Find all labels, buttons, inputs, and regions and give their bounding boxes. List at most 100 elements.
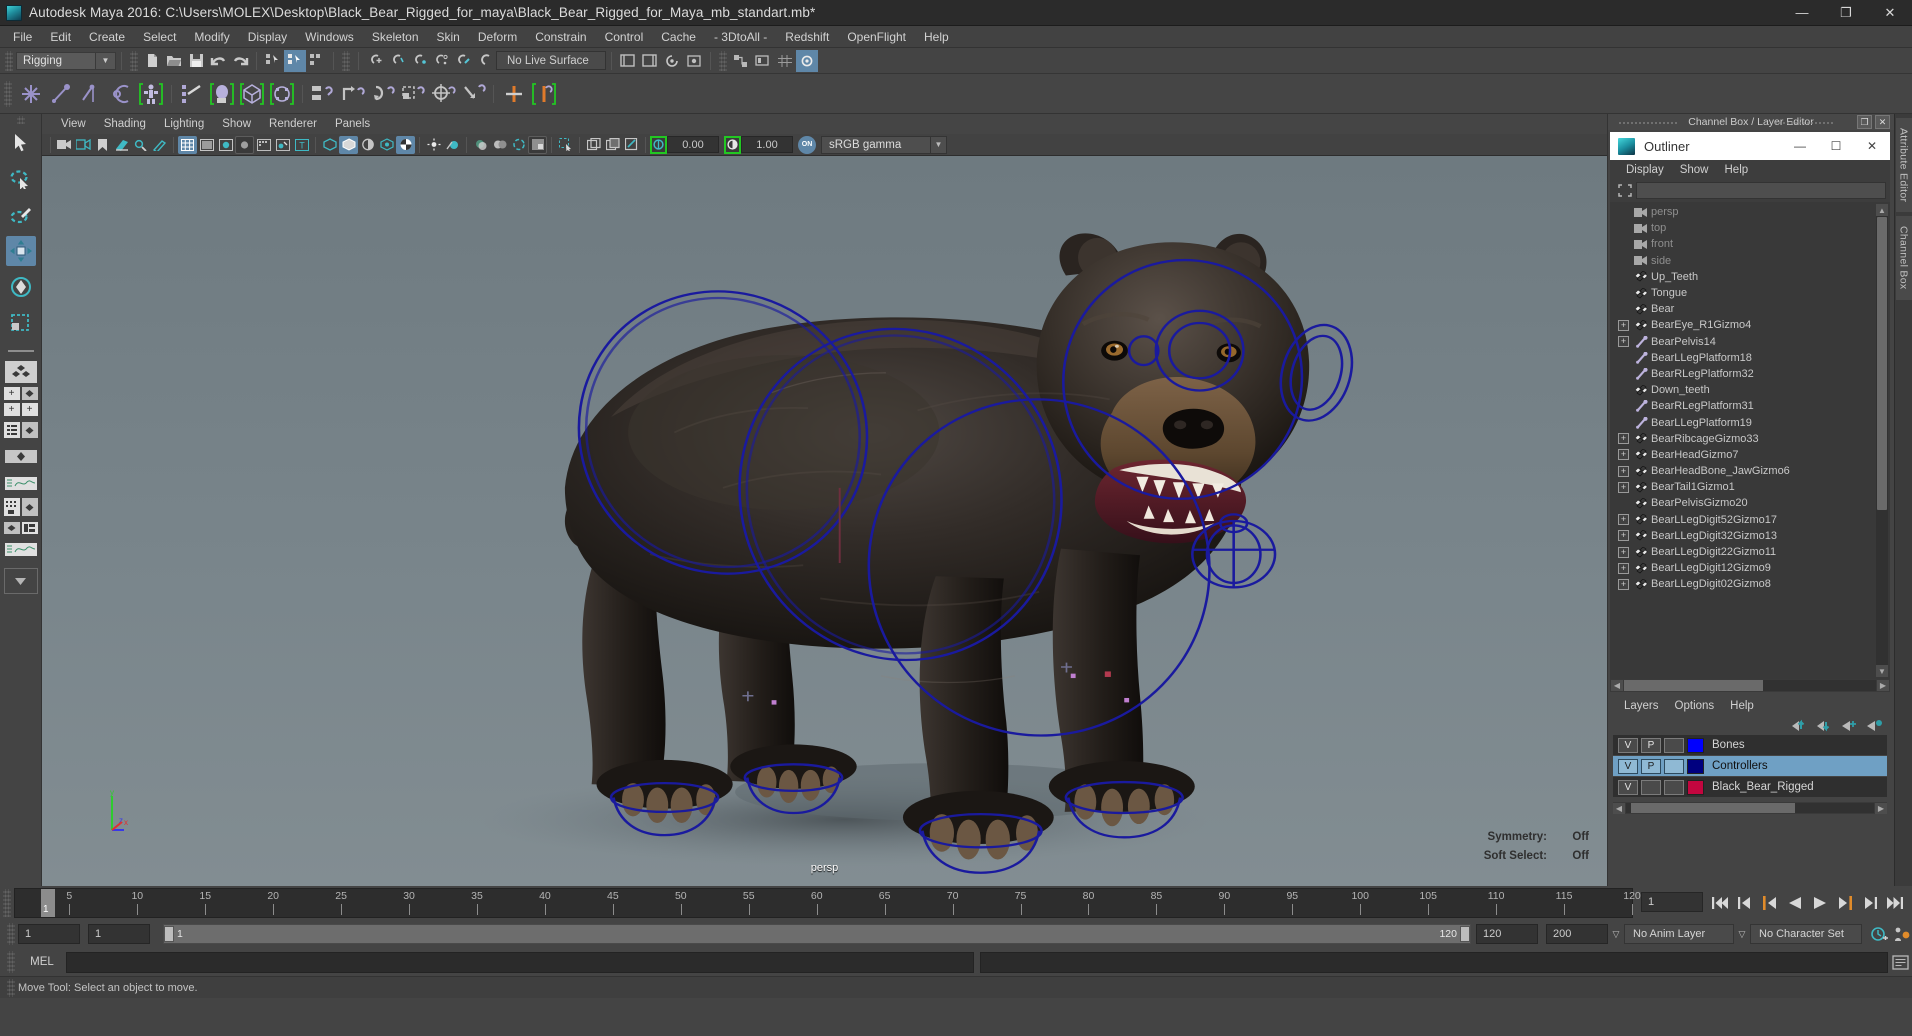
outliner-maximize-button[interactable]: ☐ — [1818, 132, 1854, 160]
outliner-expand-plus-icon[interactable]: + — [1618, 514, 1629, 526]
snap-to-point-icon[interactable] — [408, 50, 430, 72]
layout-persp-left-icon[interactable] — [3, 522, 20, 534]
bookmark-icon[interactable] — [93, 136, 112, 154]
snap-to-projected-center-icon[interactable] — [430, 50, 452, 72]
layer-reference-toggle[interactable] — [1664, 779, 1684, 795]
render-globals-icon[interactable] — [796, 49, 818, 72]
new-scene-icon[interactable] — [141, 50, 163, 72]
menu-file[interactable]: File — [4, 27, 41, 47]
parent-constraint-icon[interactable] — [308, 78, 338, 110]
layer-scroll-left-icon[interactable]: ◀ — [1613, 802, 1625, 814]
menu-skin[interactable]: Skin — [428, 27, 469, 47]
viewport-menu-panels[interactable]: Panels — [326, 116, 379, 132]
xray-joints-icon[interactable] — [339, 135, 358, 154]
layer-menu-layers[interactable]: Layers — [1616, 698, 1667, 714]
viewport-menu-view[interactable]: View — [52, 116, 95, 132]
layer-horizontal-scrollbar[interactable]: ◀ ▶ — [1613, 802, 1887, 814]
outliner-expand-plus-icon[interactable]: + — [1618, 449, 1629, 461]
go-to-end-icon[interactable] — [1884, 892, 1906, 914]
step-back-keyframe-icon[interactable] — [1734, 892, 1756, 914]
outliner-expand-plus-icon[interactable]: + — [1618, 562, 1629, 574]
command-language-label[interactable]: MEL — [18, 956, 66, 968]
outliner-scroll-up-icon[interactable]: ▲ — [1876, 204, 1888, 216]
ambient-occlusion-icon[interactable] — [490, 136, 509, 154]
snap-to-grid-icon[interactable] — [364, 50, 386, 72]
menu-cache[interactable]: Cache — [652, 27, 705, 47]
outliner-vertical-scrollbar[interactable]: ▲ ▼ — [1876, 204, 1888, 677]
layout-persp-icon[interactable] — [21, 387, 38, 400]
layer-hscroll-thumb[interactable] — [1630, 803, 1795, 813]
select-by-component-type-icon[interactable] — [306, 50, 328, 72]
two-sided-lighting-icon[interactable] — [443, 136, 462, 154]
layer-menu-options[interactable]: Options — [1667, 698, 1723, 714]
grease-pencil-icon[interactable] — [150, 136, 169, 154]
smooth-shade-all-icon[interactable] — [197, 136, 216, 154]
outliner-item[interactable]: side — [1610, 253, 1890, 269]
layout-single-perspective-icon[interactable] — [4, 360, 38, 384]
move-layer-up-icon[interactable] — [1791, 718, 1807, 733]
grid-toggle-icon[interactable] — [774, 50, 796, 72]
viewport-snapshot-icon[interactable] — [584, 136, 603, 154]
select-by-hierarchy-icon[interactable] — [262, 50, 284, 72]
time-slider-grip[interactable] — [3, 889, 11, 917]
outliner-close-button[interactable]: ✕ — [1854, 132, 1890, 160]
layout-hypershade-persp-icon[interactable] — [4, 444, 38, 468]
redo-icon[interactable] — [229, 50, 251, 72]
menu-redshift[interactable]: Redshift — [776, 27, 838, 47]
scale-constraint-icon[interactable] — [398, 78, 428, 110]
paint-select-tool-icon[interactable] — [6, 200, 36, 230]
outliner-hscroll-track[interactable] — [1624, 680, 1876, 691]
go-to-start-icon[interactable] — [1709, 892, 1731, 914]
select-by-object-type-icon[interactable] — [284, 49, 306, 72]
current-frame-field[interactable]: 1 — [1641, 892, 1703, 912]
orient-constraint-icon[interactable] — [368, 78, 398, 110]
channel-box-restore-button[interactable]: ❐ — [1857, 115, 1872, 129]
maximize-button[interactable]: ❐ — [1824, 0, 1868, 26]
smooth-mesh-preview-icon[interactable] — [377, 136, 396, 154]
insert-joint-icon[interactable] — [46, 78, 76, 110]
outliner-item-list[interactable]: persp top front side Up_Teeth Tongue Bear + Bear… — [1610, 202, 1890, 679]
character-set-chevron-down-icon[interactable]: ▽ — [1734, 924, 1750, 944]
outliner-filter-icon[interactable] — [1614, 181, 1636, 199]
move-tool-icon[interactable] — [5, 236, 36, 266]
outliner-item[interactable]: Up_Teeth — [1610, 269, 1890, 285]
playback-end-time-field[interactable]: 120 — [1476, 924, 1538, 944]
outliner-menu-display[interactable]: Display — [1618, 162, 1672, 178]
range-slider[interactable]: 1 120 — [163, 924, 1471, 944]
image-plane-icon[interactable] — [112, 136, 131, 154]
layer-color-swatch[interactable] — [1687, 737, 1704, 753]
color-management-toggle[interactable]: ON — [798, 135, 816, 154]
layout-persp-pane-icon[interactable] — [21, 498, 38, 516]
edit-deformer-icon[interactable] — [529, 78, 559, 110]
outliner-item[interactable]: + BearPelvis14 — [1610, 334, 1890, 350]
menu-windows[interactable]: Windows — [296, 27, 363, 47]
character-set-options-icon[interactable] — [1890, 923, 1912, 945]
layer-row[interactable]: V P Bones — [1613, 735, 1887, 755]
outliner-item[interactable]: + BearHeadGizmo7 — [1610, 447, 1890, 463]
vertical-tab-attribute-editor[interactable]: Attribute Editor — [1895, 118, 1912, 213]
outliner-scroll-right-icon[interactable]: ▶ — [1877, 680, 1889, 691]
viewport-copy-icon[interactable] — [603, 136, 622, 154]
menu-select[interactable]: Select — [134, 27, 185, 47]
outliner-item[interactable]: + BearHeadBone_JawGizmo6 — [1610, 463, 1890, 479]
live-surface-field[interactable]: No Live Surface — [496, 51, 606, 70]
outliner-item[interactable]: + BearLLegDigit32Gizmo13 — [1610, 528, 1890, 544]
render-current-frame-icon[interactable] — [639, 50, 661, 72]
layer-reference-toggle[interactable] — [1664, 737, 1684, 753]
motion-blur-icon[interactable] — [273, 136, 292, 154]
layer-visibility-toggle[interactable]: V — [1618, 779, 1638, 795]
menu-deform[interactable]: Deform — [469, 27, 526, 47]
animation-preferences-icon[interactable] — [1868, 923, 1890, 945]
toolbar-grip[interactable] — [5, 50, 13, 71]
scale-tool-icon[interactable] — [6, 308, 36, 338]
menu-constrain[interactable]: Constrain — [526, 27, 595, 47]
viewport-menu-show[interactable]: Show — [213, 116, 260, 132]
new-layer-icon[interactable] — [1841, 718, 1857, 733]
menu-3dtoall[interactable]: - 3DtoAll - — [705, 27, 776, 47]
outliner-scroll-left-icon[interactable]: ◀ — [1611, 680, 1623, 691]
outliner-item[interactable]: + BearLLegDigit22Gizmo11 — [1610, 544, 1890, 560]
select-camera-icon[interactable] — [55, 136, 74, 154]
point-constraint-icon[interactable] — [338, 78, 368, 110]
outliner-item[interactable]: + BearTail1Gizmo1 — [1610, 479, 1890, 495]
command-line-grip[interactable] — [7, 951, 15, 973]
